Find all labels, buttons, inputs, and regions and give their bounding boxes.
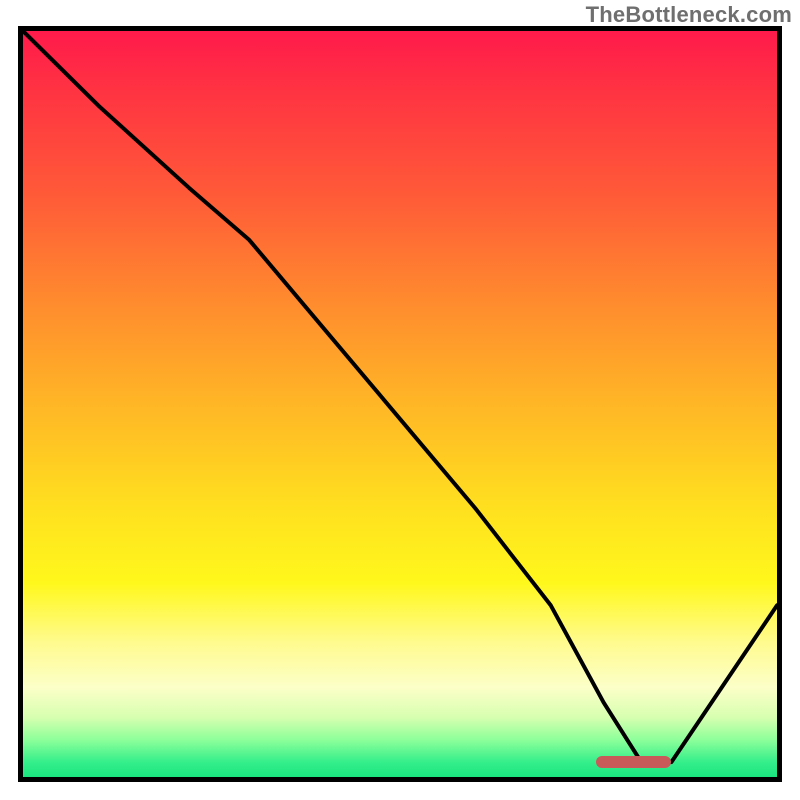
chart-frame: [18, 26, 782, 782]
bottleneck-curve-line: [23, 31, 777, 762]
chart-container: TheBottleneck.com: [0, 0, 800, 800]
optimal-range-marker: [596, 756, 671, 768]
curve-svg: [23, 31, 777, 777]
watermark-text: TheBottleneck.com: [586, 2, 792, 28]
